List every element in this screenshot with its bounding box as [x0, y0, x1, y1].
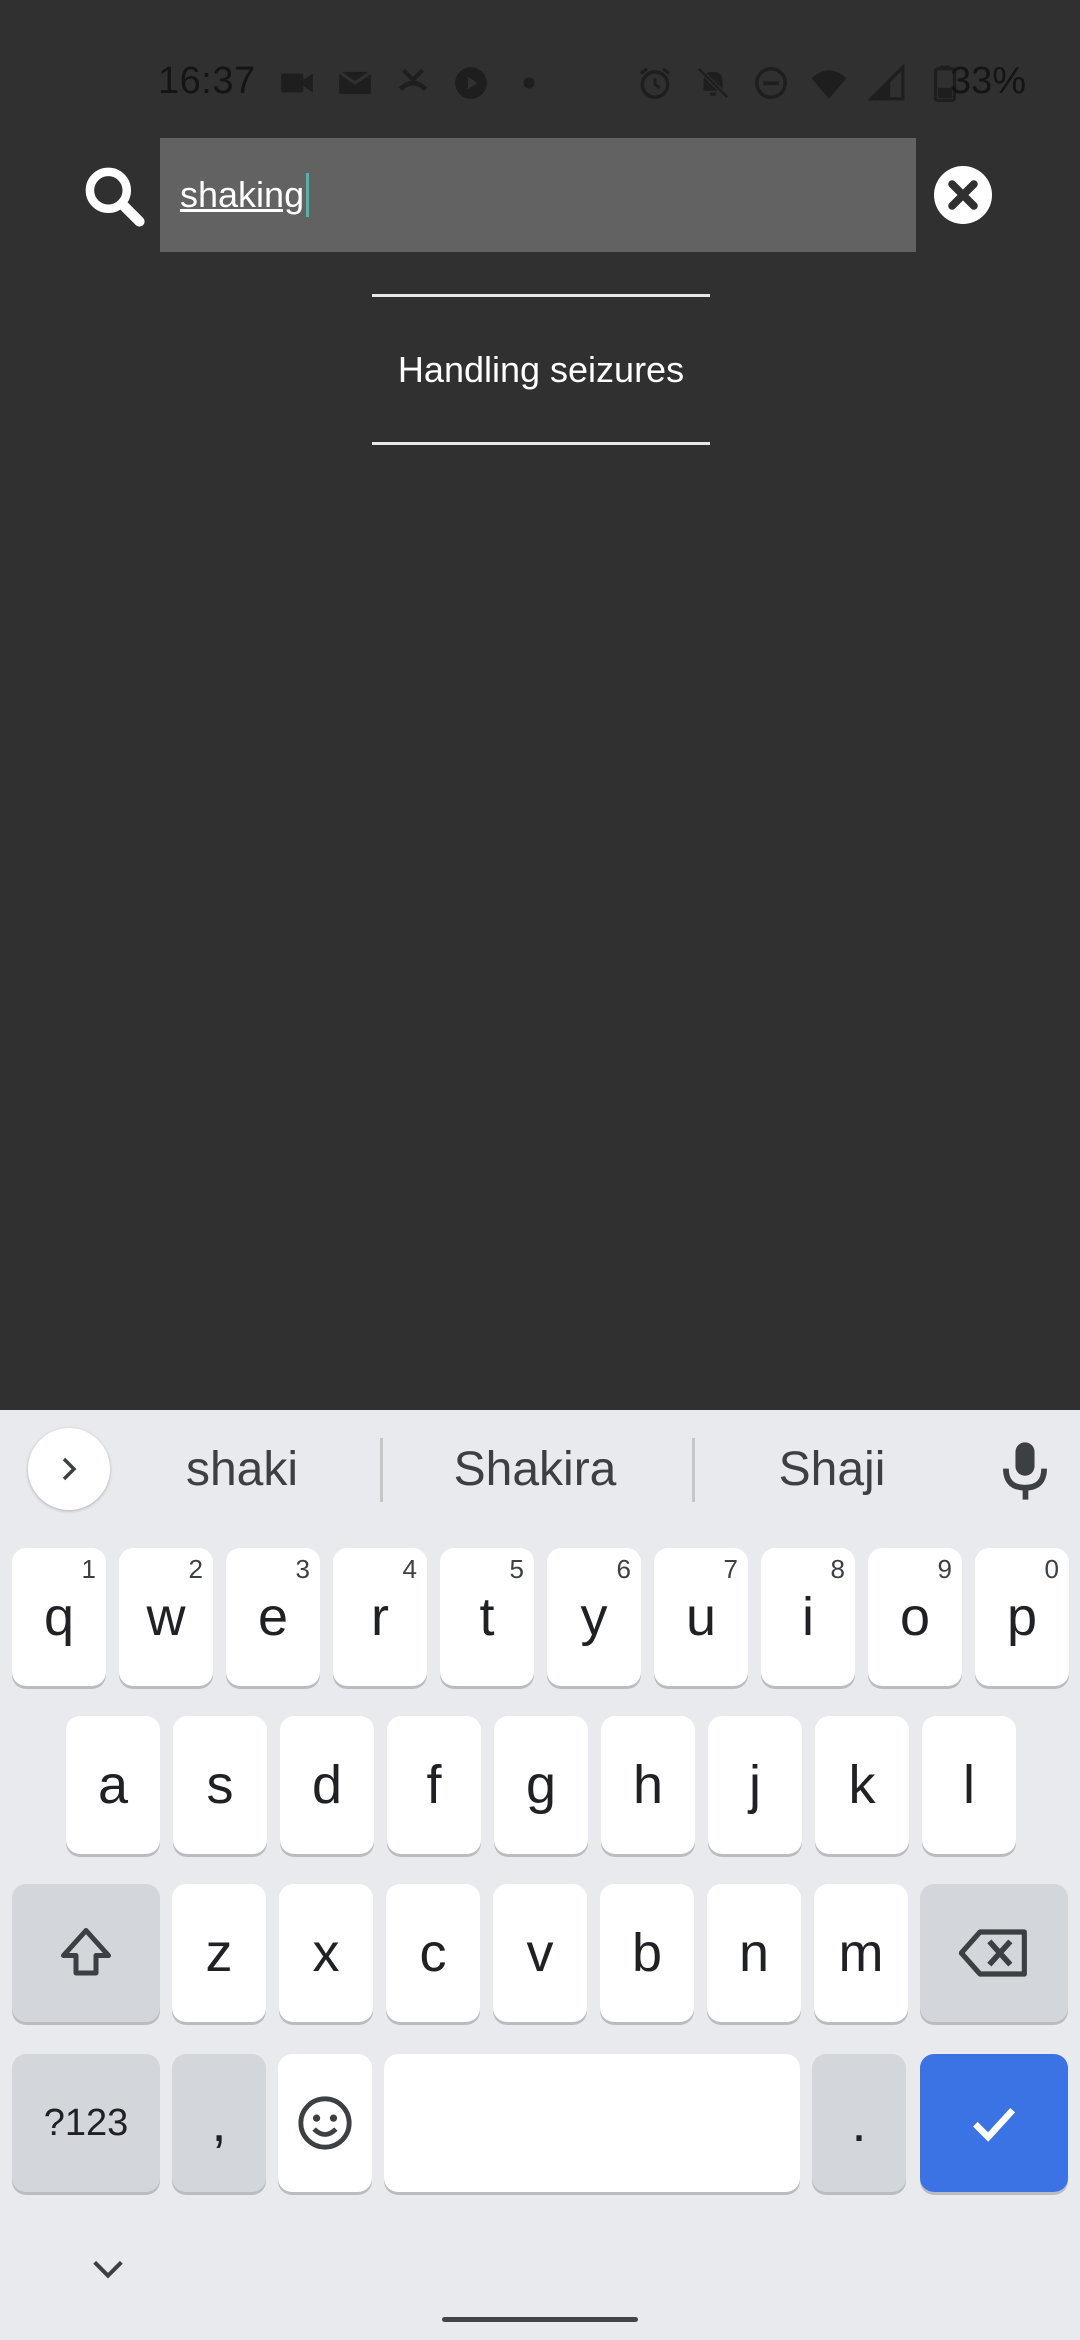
key-f[interactable]: f: [387, 1716, 481, 1854]
status-notification-icons: [278, 64, 548, 102]
soft-keyboard: shaki Shakira Shaji q1w2e3r4t5y6u7i8o9p0…: [0, 1410, 1080, 2340]
key-c[interactable]: c: [386, 1884, 480, 2022]
search-input-value: shaking: [180, 174, 305, 215]
status-time: 16:37: [158, 60, 256, 102]
suggestion-3[interactable]: Shaji: [724, 1430, 940, 1510]
key-g[interactable]: g: [494, 1716, 588, 1854]
key-number-hint: 2: [188, 1554, 203, 1584]
key-number-hint: 3: [295, 1554, 310, 1584]
key-w[interactable]: w2: [119, 1548, 213, 1686]
key-v[interactable]: v: [493, 1884, 587, 2022]
key-z[interactable]: z: [172, 1884, 266, 2022]
key-q[interactable]: q1: [12, 1548, 106, 1686]
key-h[interactable]: h: [601, 1716, 695, 1854]
suggestion-divider: [380, 1438, 383, 1502]
status-bar: 16:37 33%: [0, 0, 1080, 120]
enter-key[interactable]: [920, 2054, 1068, 2192]
status-system-icons: [636, 64, 964, 102]
key-t[interactable]: t5: [440, 1548, 534, 1686]
shift-icon: [61, 1928, 111, 1976]
emoji-key[interactable]: [278, 2054, 372, 2192]
key-s[interactable]: s: [173, 1716, 267, 1854]
search-icon[interactable]: [80, 162, 148, 230]
key-number-hint: 8: [830, 1554, 845, 1584]
key-label: o: [899, 1587, 931, 1647]
mail-icon: [336, 64, 374, 102]
key-m[interactable]: m: [814, 1884, 908, 2022]
key-number-hint: 0: [1044, 1554, 1059, 1584]
key-number-hint: 1: [81, 1554, 96, 1584]
result-divider-bottom: [372, 442, 710, 445]
shift-key[interactable]: [12, 1884, 160, 2022]
key-number-hint: 7: [723, 1554, 738, 1584]
key-number-hint: 6: [616, 1554, 631, 1584]
signal-icon: [868, 64, 906, 102]
key-label: p: [1006, 1587, 1038, 1647]
space-key[interactable]: [384, 2054, 800, 2192]
key-l[interactable]: l: [922, 1716, 1016, 1854]
key-b[interactable]: b: [600, 1884, 694, 2022]
key-label: q: [43, 1587, 75, 1647]
key-number-hint: 9: [937, 1554, 952, 1584]
comma-key[interactable]: ,: [172, 2054, 266, 2192]
missed-call-icon: [394, 64, 432, 102]
key-label: y: [580, 1587, 608, 1647]
key-i[interactable]: i8: [761, 1548, 855, 1686]
key-u[interactable]: u7: [654, 1548, 748, 1686]
key-o[interactable]: o9: [868, 1548, 962, 1686]
key-label: r: [371, 1587, 389, 1647]
dnd-icon: [752, 64, 790, 102]
suggestion-1[interactable]: shaki: [130, 1430, 354, 1510]
symbols-key[interactable]: ?123: [12, 2054, 160, 2192]
battery-percentage: 33%: [950, 60, 1027, 102]
video-icon: [278, 64, 316, 102]
backspace-icon: [959, 1929, 1027, 1977]
dot-icon: [510, 64, 548, 102]
result-divider-top: [372, 294, 710, 297]
mute-icon: [694, 64, 732, 102]
clear-search-icon[interactable]: [934, 166, 992, 224]
search-header: shaking: [0, 136, 1080, 254]
suggestion-strip: shaki Shakira Shaji: [0, 1410, 1080, 1530]
key-p[interactable]: p0: [975, 1548, 1069, 1686]
key-label: e: [257, 1587, 289, 1647]
key-d[interactable]: d: [280, 1716, 374, 1854]
key-label: w: [146, 1587, 186, 1647]
expand-toolbar-button[interactable]: [28, 1428, 110, 1510]
search-input[interactable]: shaking: [160, 138, 916, 252]
key-j[interactable]: j: [708, 1716, 802, 1854]
hide-keyboard-icon[interactable]: [88, 2255, 128, 2283]
suggestion-2[interactable]: Shakira: [412, 1430, 658, 1510]
key-x[interactable]: x: [279, 1884, 373, 2022]
key-k[interactable]: k: [815, 1716, 909, 1854]
chevron-right-icon: [62, 1457, 77, 1481]
key-label: u: [685, 1587, 717, 1647]
key-a[interactable]: a: [66, 1716, 160, 1854]
key-n[interactable]: n: [707, 1884, 801, 2022]
key-label: i: [802, 1587, 814, 1647]
checkmark-icon: [973, 2107, 1016, 2142]
key-label: t: [479, 1587, 495, 1647]
suggestion-divider: [692, 1438, 695, 1502]
emoji-icon: [298, 2096, 352, 2150]
key-r[interactable]: r4: [333, 1548, 427, 1686]
backspace-key[interactable]: [920, 1884, 1068, 2022]
alarm-icon: [636, 64, 674, 102]
period-key[interactable]: .: [812, 2054, 906, 2192]
key-e[interactable]: e3: [226, 1548, 320, 1686]
play-icon: [452, 64, 490, 102]
key-y[interactable]: y6: [547, 1548, 641, 1686]
key-number-hint: 4: [402, 1554, 417, 1584]
navigation-handle[interactable]: [442, 2317, 638, 2322]
wifi-icon: [810, 64, 848, 102]
key-number-hint: 5: [509, 1554, 524, 1584]
microphone-icon[interactable]: [1000, 1440, 1050, 1502]
text-cursor: [306, 173, 310, 217]
search-result-item[interactable]: Handling seizures: [300, 340, 782, 400]
